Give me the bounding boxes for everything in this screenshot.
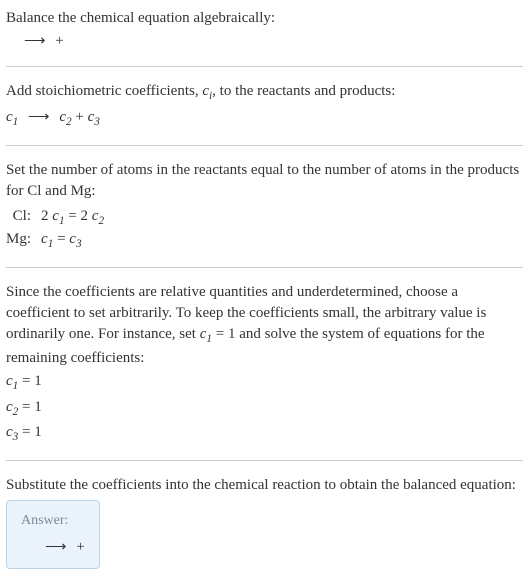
- coef: 2: [81, 208, 92, 224]
- eq-rest: = 1: [18, 399, 41, 415]
- plus: +: [75, 109, 87, 125]
- answer-label: Answer:: [21, 511, 85, 531]
- equals: =: [65, 208, 81, 224]
- answer-equation: ⟶ +: [21, 537, 85, 558]
- atoms-intro: Set the number of atoms in the reactants…: [6, 160, 523, 202]
- eq-rhs: +: [55, 33, 63, 49]
- c2-sub: 2: [66, 116, 72, 128]
- atoms-label-mg: Mg:: [6, 229, 41, 253]
- coef: 2: [41, 208, 52, 224]
- balance-equation: ⟶ +: [6, 31, 523, 52]
- solve-eq1: c1 = 1: [6, 371, 523, 395]
- arrow-icon: ⟶: [45, 537, 67, 558]
- atoms-row-mg: Mg: c1 = c3: [6, 229, 104, 253]
- c3-sub: 3: [94, 116, 100, 128]
- c-sub: 3: [76, 238, 82, 250]
- balance-title: Balance the chemical equation algebraica…: [6, 8, 523, 29]
- ci-var: c: [202, 83, 209, 99]
- section-solve: Since the coefficients are relative quan…: [6, 282, 523, 446]
- arrow-icon: ⟶: [28, 107, 50, 128]
- divider: [6, 145, 523, 146]
- divider: [6, 66, 523, 67]
- atoms-eq-cl: 2 c1 = 2 c2: [41, 206, 104, 230]
- c-var: c: [41, 231, 48, 247]
- atoms-row-cl: Cl: 2 c1 = 2 c2: [6, 206, 104, 230]
- coeff-intro-a: Add stoichiometric coefficients,: [6, 83, 202, 99]
- atoms-table: Cl: 2 c1 = 2 c2 Mg: c1 = c3: [6, 206, 104, 254]
- eq-rhs: +: [76, 539, 84, 555]
- atoms-eq-mg: c1 = c3: [41, 229, 104, 253]
- atoms-label-cl: Cl:: [6, 206, 41, 230]
- coeff-equation: c1 ⟶ c2 + c3: [6, 107, 523, 131]
- solve-intro: Since the coefficients are relative quan…: [6, 282, 523, 369]
- solve-eq2: c2 = 1: [6, 397, 523, 421]
- c-var: c: [69, 231, 76, 247]
- c-sub: 2: [98, 215, 104, 227]
- eq-rest: = 1: [18, 424, 41, 440]
- section-balance: Balance the chemical equation algebraica…: [6, 8, 523, 52]
- coeff-intro-b: , to the reactants and products:: [212, 83, 395, 99]
- solve-eq3: c3 = 1: [6, 422, 523, 446]
- c1-var: c: [6, 109, 13, 125]
- section-coefficients: Add stoichiometric coefficients, ci, to …: [6, 81, 523, 131]
- c-var: c: [52, 208, 59, 224]
- divider: [6, 267, 523, 268]
- section-atoms: Set the number of atoms in the reactants…: [6, 160, 523, 254]
- c-var: c: [6, 373, 13, 389]
- divider: [6, 460, 523, 461]
- answer-box: Answer: ⟶ +: [6, 500, 100, 569]
- arrow-icon: ⟶: [24, 31, 46, 52]
- c-var: c: [6, 424, 13, 440]
- c2-var: c: [59, 109, 66, 125]
- substitute-intro: Substitute the coefficients into the che…: [6, 475, 523, 496]
- c1-sub: 1: [13, 116, 19, 128]
- c-var: c: [6, 399, 13, 415]
- coeff-intro: Add stoichiometric coefficients, ci, to …: [6, 81, 523, 105]
- equals: =: [53, 231, 69, 247]
- eq-rest: = 1: [18, 373, 41, 389]
- section-substitute: Substitute the coefficients into the che…: [6, 475, 523, 569]
